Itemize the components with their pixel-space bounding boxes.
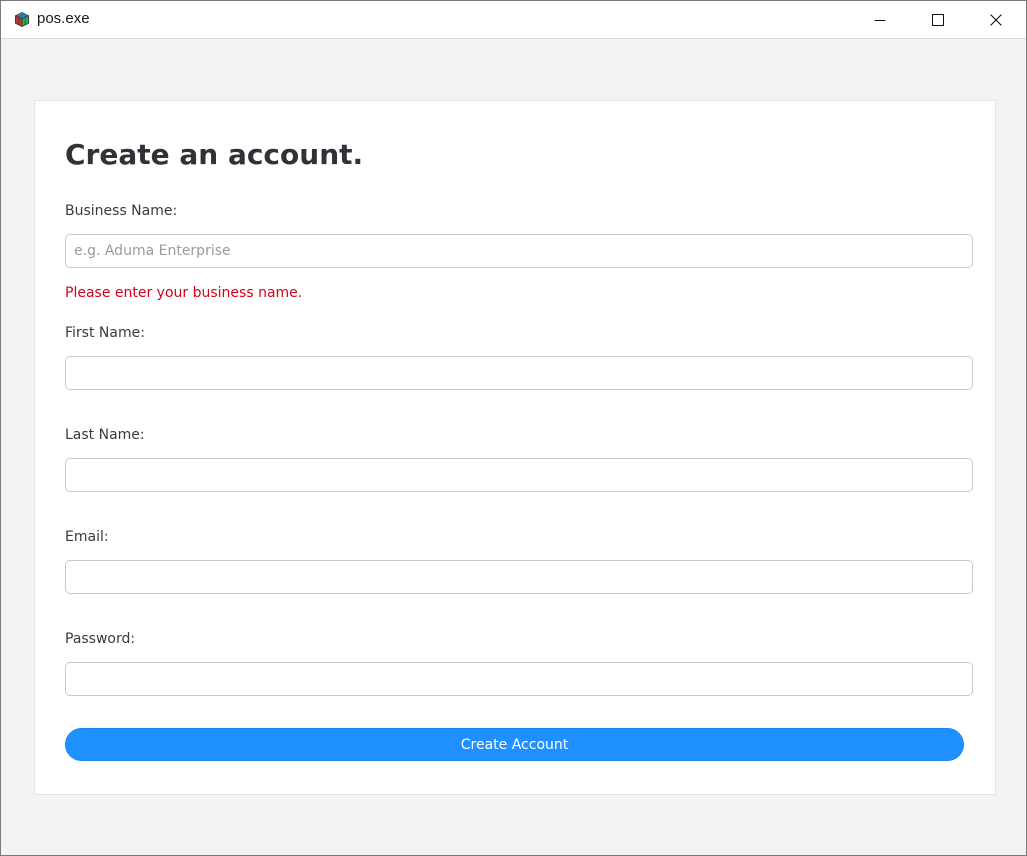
business-name-label: Business Name: xyxy=(65,203,178,219)
app-icon xyxy=(15,12,29,27)
last-name-label: Last Name: xyxy=(65,427,145,443)
business-name-error: Please enter your business name. xyxy=(65,285,303,301)
create-account-button[interactable]: Create Account xyxy=(65,728,964,761)
minimize-icon xyxy=(874,19,886,21)
app-window: pos.exe Create an account. Business Name… xyxy=(0,0,1027,856)
minimize-button[interactable] xyxy=(851,1,909,38)
create-account-form: Create an account. Business Name: Please… xyxy=(34,100,996,795)
password-label: Password: xyxy=(65,631,136,647)
first-name-label: First Name: xyxy=(65,325,145,341)
password-input[interactable] xyxy=(65,662,973,696)
maximize-icon xyxy=(932,13,944,26)
close-icon xyxy=(990,13,1002,26)
title-bar[interactable]: pos.exe xyxy=(1,1,1026,39)
last-name-input[interactable] xyxy=(65,458,973,492)
close-button[interactable] xyxy=(967,1,1025,38)
maximize-button[interactable] xyxy=(909,1,967,38)
email-input[interactable] xyxy=(65,560,973,594)
form-heading: Create an account. xyxy=(65,138,364,171)
first-name-input[interactable] xyxy=(65,356,973,390)
email-label: Email: xyxy=(65,529,109,545)
window-title: pos.exe xyxy=(37,10,90,27)
business-name-input[interactable] xyxy=(65,234,973,268)
